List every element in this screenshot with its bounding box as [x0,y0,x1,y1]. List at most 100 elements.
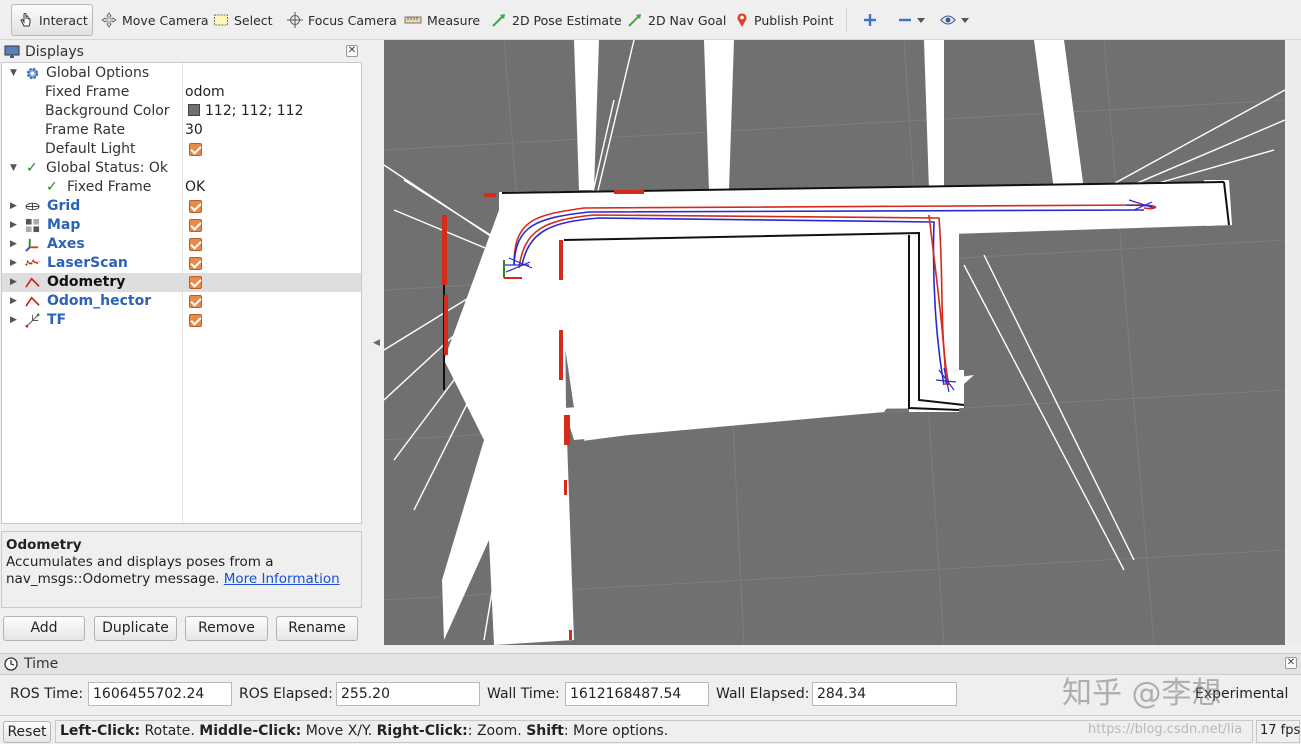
move-camera-tool-button[interactable]: Move Camera [95,4,215,36]
plus-icon [864,14,876,26]
nav-goal-tool-button[interactable]: 2D Nav Goal [621,4,732,36]
expand-arrow-icon[interactable]: ▶ [10,273,17,292]
middle-click-key: Middle-Click: [199,723,302,739]
display-description: Odometry Accumulates and displays poses … [1,531,362,608]
collapse-left-arrow-icon[interactable]: ◀ [373,338,380,348]
minus-icon [899,18,911,22]
remove-display-button[interactable]: Remove [185,616,268,641]
tree-row-default-light[interactable]: Default Light [2,140,361,159]
add-display-button[interactable]: Add [3,616,85,641]
monitor-icon [4,45,20,58]
wall-time-field[interactable] [565,682,709,706]
grid-checkbox[interactable] [189,200,202,213]
pose-estimate-tool-label: 2D Pose Estimate [512,12,622,28]
dropdown-arrow-icon [917,18,925,23]
grid-icon [25,202,40,211]
status-bar: Reset Left-Click: Rotate. Middle-Click: … [0,715,1301,744]
focus-camera-tool-button[interactable]: Focus Camera [281,4,403,36]
left-click-action: Rotate. [140,723,200,739]
displays-panel-header: Displays [0,41,362,62]
focus-camera-tool-label: Focus Camera [308,12,397,28]
clock-icon [4,657,18,671]
expand-arrow-icon[interactable]: ▶ [10,235,17,254]
tree-row-axes[interactable]: ▶ Axes [2,235,361,254]
right-click-action: : Zoom. [467,723,527,739]
main-toolbar: Interact Move Camera Select Focus Camera… [0,0,1301,40]
wall-elapsed-field[interactable] [812,682,957,706]
duplicate-display-button[interactable]: Duplicate [94,616,177,641]
render-viewport[interactable] [384,40,1285,645]
select-tool-label: Select [234,12,273,28]
tree-row-odometry[interactable]: ▶ Odometry [2,273,361,292]
tf-display-label: TF [47,312,67,328]
tree-row-tf[interactable]: ▶ TF [2,311,361,330]
wall-time-label: Wall Time: [487,686,560,702]
tree-row-status-fixed-frame[interactable]: ✓ Fixed Frame OK [2,178,361,197]
default-light-checkbox[interactable] [189,143,202,156]
nav-goal-tool-label: 2D Nav Goal [648,12,727,28]
right-click-key: Right-Click: [376,723,468,739]
interact-tool-button[interactable]: Interact [11,4,93,36]
map-checkbox[interactable] [189,219,202,232]
viewport-side-strip [1287,40,1301,645]
pose-estimate-tool-button[interactable]: 2D Pose Estimate [485,4,628,36]
expand-arrow-icon[interactable]: ▶ [10,216,17,235]
expand-arrow-icon[interactable]: ▶ [10,292,17,311]
displays-close-icon[interactable]: ✕ [346,45,358,57]
tree-row-frame-rate[interactable]: Frame Rate 30 [2,121,361,140]
rename-display-button[interactable]: Rename [276,616,358,641]
tree-row-grid[interactable]: ▶ Grid [2,197,361,216]
more-information-link[interactable]: More Information [224,571,340,587]
move-camera-icon [101,12,117,28]
laserscan-checkbox[interactable] [189,257,202,270]
expand-arrow-icon[interactable]: ▶ [10,311,17,330]
ok-check-icon: ✓ [46,179,58,195]
publish-point-tool-button[interactable]: Publish Point [729,4,840,36]
odom-hector-checkbox[interactable] [189,295,202,308]
fixed-frame-value[interactable]: odom [185,83,225,102]
frame-rate-value[interactable]: 30 [185,121,203,140]
tf-checkbox[interactable] [189,314,202,327]
expand-arrow-icon[interactable]: ▶ [10,197,17,216]
frame-rate-label: Frame Rate [45,122,126,138]
expand-arrow-icon[interactable]: ▼ [10,64,17,83]
tree-row-odom-hector[interactable]: ▶ Odom_hector [2,292,361,311]
tree-row-laserscan[interactable]: ▶ LaserScan [2,254,361,273]
shift-key: Shift [526,723,564,739]
global-options-label: Global Options [46,65,150,81]
select-tool-button[interactable]: Select [207,4,279,36]
measure-tool-button[interactable]: Measure [398,4,486,36]
gear-icon [26,67,39,80]
expand-arrow-icon[interactable]: ▶ [10,254,17,273]
watermark-text: 知乎 @李想 [1062,676,1222,711]
odometry-checkbox[interactable] [189,276,202,289]
tree-row-fixed-frame[interactable]: Fixed Frame odom [2,83,361,102]
add-tool-button[interactable] [857,4,883,36]
ros-time-field[interactable] [88,682,232,706]
axes-checkbox[interactable] [189,238,202,251]
default-light-label: Default Light [45,141,136,157]
toolbar-separator [846,8,847,32]
status-message: Left-Click: Rotate. Middle-Click: Move X… [55,720,1253,743]
tree-row-global-options[interactable]: ▼ Global Options [2,64,361,83]
background-color-value[interactable]: 112; 112; 112 [188,102,304,121]
tree-row-global-status[interactable]: ▼ ✓ Global Status: Ok [2,159,361,178]
reset-button[interactable]: Reset [3,721,51,743]
time-panel-title: Time [24,656,59,672]
remove-tool-button[interactable] [892,4,931,36]
fixed-frame-label: Fixed Frame [45,84,130,100]
middle-click-action: Move X/Y. [301,723,377,739]
view-panels-button[interactable] [934,4,975,36]
time-close-icon[interactable]: ✕ [1285,657,1297,669]
map-display-label: Map [47,217,81,233]
expand-arrow-icon[interactable]: ▼ [10,159,17,178]
eye-icon [940,15,956,25]
background-color-text: 112; 112; 112 [205,103,304,119]
tree-row-map[interactable]: ▶ Map [2,216,361,235]
tree-row-background-color[interactable]: Background Color 112; 112; 112 [2,102,361,121]
axes-display-label: Axes [47,236,85,252]
wall-elapsed-label: Wall Elapsed: [716,686,810,702]
laserscan-display-label: LaserScan [47,255,128,271]
odometry-icon [25,277,40,288]
ros-elapsed-field[interactable] [336,682,480,706]
